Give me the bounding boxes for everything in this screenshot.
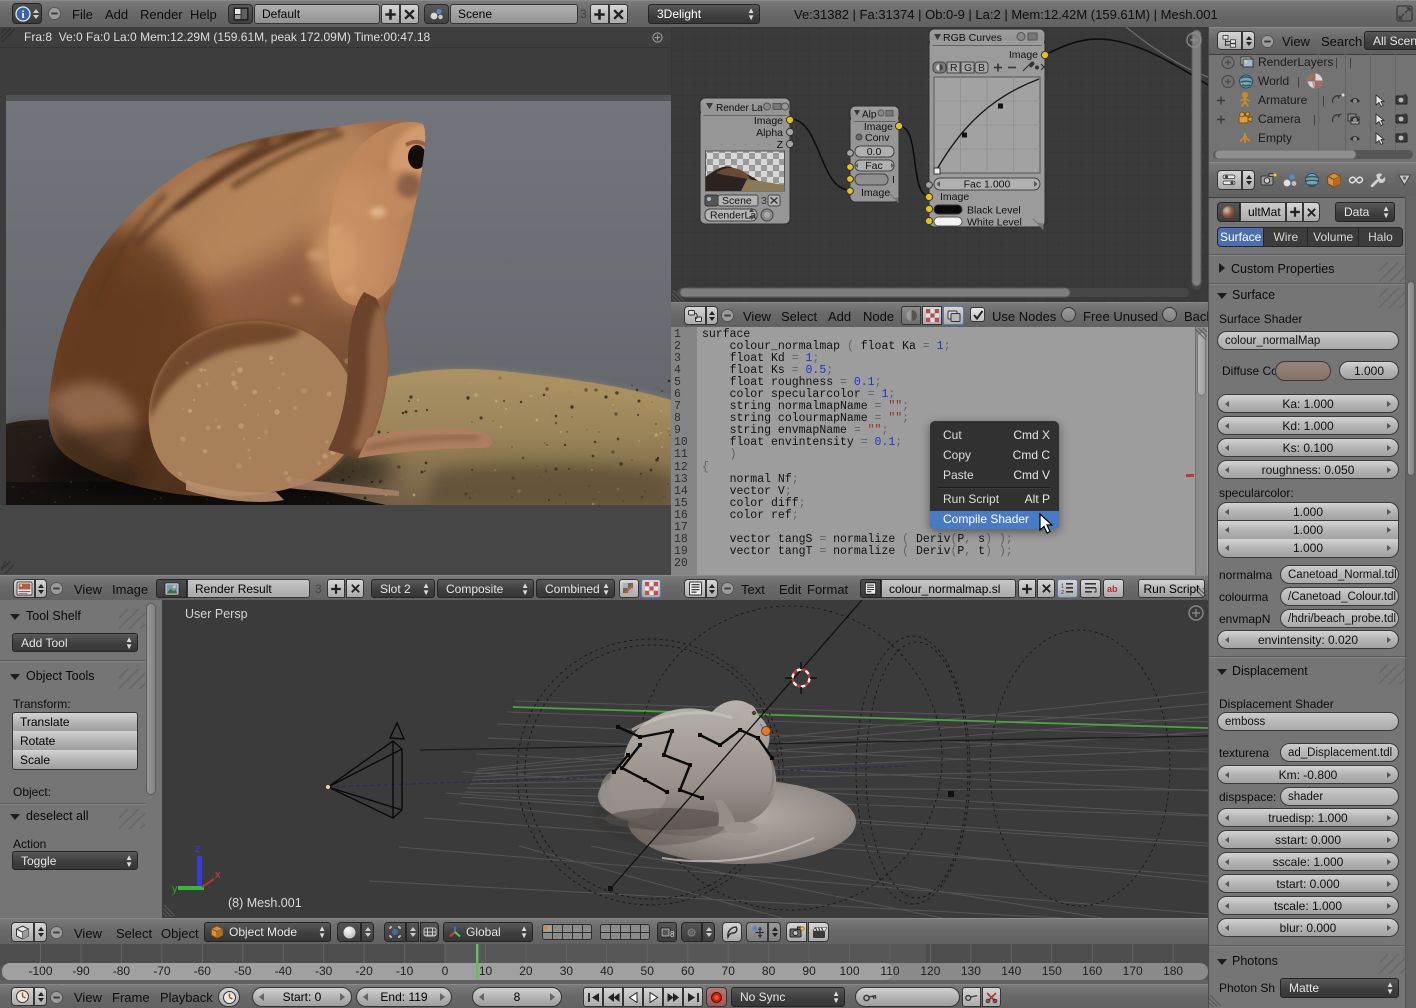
svg-text:110: 110 bbox=[880, 964, 899, 978]
svg-text:Fac: Fac bbox=[865, 160, 883, 172]
svg-text:-100: -100 bbox=[28, 964, 52, 978]
svg-text:90: 90 bbox=[802, 964, 816, 978]
svg-text:z: z bbox=[195, 843, 201, 855]
svg-text:140: 140 bbox=[1001, 964, 1021, 978]
svg-text:|: | bbox=[1349, 57, 1352, 69]
svg-text:|: | bbox=[1297, 76, 1300, 88]
svg-text:180: 180 bbox=[1163, 964, 1183, 978]
svg-text:120: 120 bbox=[920, 964, 940, 978]
svg-text:80: 80 bbox=[762, 964, 776, 978]
svg-text:ab: ab bbox=[1107, 584, 1118, 594]
svg-text:Z: Z bbox=[777, 139, 784, 151]
svg-text:Image: Image bbox=[940, 191, 969, 203]
svg-text:0.0: 0.0 bbox=[867, 146, 882, 158]
svg-text:-20: -20 bbox=[355, 964, 373, 978]
svg-text:RGB Curves: RGB Curves bbox=[943, 32, 1002, 44]
svg-text:y: y bbox=[172, 883, 178, 895]
svg-text:Conv: Conv bbox=[865, 132, 890, 144]
svg-text:1: 1 bbox=[1061, 584, 1064, 590]
svg-text:3: 3 bbox=[761, 195, 767, 207]
svg-text:8: 8 bbox=[670, 930, 675, 939]
svg-text:World: World bbox=[1258, 74, 1289, 88]
svg-text:50: 50 bbox=[641, 964, 655, 978]
svg-text:60: 60 bbox=[681, 964, 695, 978]
svg-text:RenderLayers: RenderLayers bbox=[1258, 55, 1333, 69]
svg-text:Image: Image bbox=[861, 187, 890, 199]
svg-text:-70: -70 bbox=[153, 964, 171, 978]
svg-text:I: I bbox=[892, 174, 895, 186]
svg-text:Empty: Empty bbox=[1258, 131, 1292, 145]
svg-text:Image: Image bbox=[1009, 49, 1038, 61]
svg-text:White Level: White Level bbox=[967, 217, 1022, 229]
svg-text:160: 160 bbox=[1082, 964, 1102, 978]
svg-text:Black Level: Black Level bbox=[967, 205, 1021, 217]
svg-text:B: B bbox=[978, 62, 985, 74]
svg-text:-90: -90 bbox=[72, 964, 90, 978]
svg-text:G: G bbox=[964, 62, 972, 74]
svg-text:Render La: Render La bbox=[716, 103, 763, 114]
svg-text:130: 130 bbox=[961, 964, 981, 978]
svg-text:i: i bbox=[21, 9, 24, 21]
svg-text:-10: -10 bbox=[396, 964, 414, 978]
svg-text:|: | bbox=[1335, 57, 1338, 69]
svg-text:RenderLa: RenderLa bbox=[710, 210, 756, 222]
svg-text:R: R bbox=[950, 62, 958, 74]
svg-text:-40: -40 bbox=[275, 964, 293, 978]
svg-text:Image: Image bbox=[754, 115, 783, 127]
svg-text:User Persp: User Persp bbox=[185, 607, 248, 621]
svg-text:-80: -80 bbox=[113, 964, 131, 978]
svg-text:-50: -50 bbox=[234, 964, 252, 978]
svg-text:30: 30 bbox=[560, 964, 574, 978]
svg-text:Scene: Scene bbox=[722, 195, 752, 207]
svg-text:0: 0 bbox=[442, 964, 449, 978]
svg-text:20: 20 bbox=[519, 964, 533, 978]
svg-text:Alpha: Alpha bbox=[756, 127, 783, 139]
svg-text:-30: -30 bbox=[315, 964, 333, 978]
svg-text:|: | bbox=[1322, 95, 1325, 107]
svg-text:-60: -60 bbox=[194, 964, 212, 978]
svg-text:Armature: Armature bbox=[1258, 93, 1308, 107]
svg-text:Fac 1.000: Fac 1.000 bbox=[964, 179, 1011, 191]
svg-text:2: 2 bbox=[1061, 590, 1064, 595]
svg-text:Camera: Camera bbox=[1258, 112, 1301, 126]
svg-text:150: 150 bbox=[1042, 964, 1062, 978]
svg-text:Alp: Alp bbox=[862, 110, 877, 121]
svg-text:170: 170 bbox=[1123, 964, 1143, 978]
svg-text:40: 40 bbox=[600, 964, 614, 978]
svg-text:|: | bbox=[1313, 114, 1316, 126]
svg-text:x: x bbox=[215, 869, 221, 881]
svg-text:10: 10 bbox=[479, 964, 493, 978]
svg-text:70: 70 bbox=[722, 964, 736, 978]
svg-text:(8) Mesh.001: (8) Mesh.001 bbox=[228, 896, 302, 910]
svg-text:100: 100 bbox=[839, 964, 859, 978]
